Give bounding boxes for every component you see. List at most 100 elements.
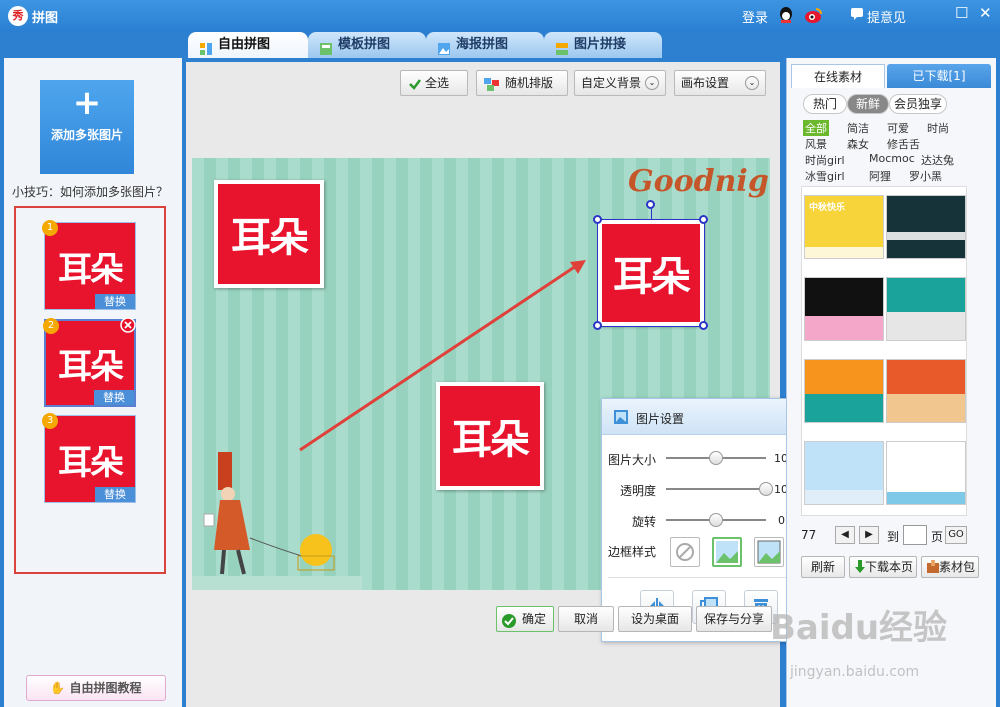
material-pack-button[interactable]: 素材包	[921, 556, 979, 578]
border-style-label: 边框样式	[608, 545, 657, 559]
download-page-label: 下载本页	[864, 560, 913, 574]
opacity-slider-track[interactable]	[666, 488, 766, 490]
material-thumb[interactable]	[804, 277, 884, 341]
random-layout-button[interactable]: 随机排版	[476, 70, 568, 96]
feedback-link[interactable]: 提意见	[867, 7, 906, 26]
tab-template-collage[interactable]: 模板拼图	[308, 32, 426, 58]
mode-tabs: 自由拼图 模板拼图 海报拼图 图片拼接	[0, 32, 1000, 58]
add-button-label: 添加多张图片	[50, 128, 123, 142]
border-style-1-icon[interactable]	[712, 537, 742, 567]
filter-hot[interactable]: 热门	[803, 94, 847, 114]
next-page-button[interactable]: ▶	[859, 526, 879, 544]
confirm-button[interactable]: 确定	[496, 606, 554, 632]
baidu-watermark: Baidu经验	[770, 608, 948, 648]
template-icon	[320, 39, 332, 55]
material-pack-label: 素材包	[938, 560, 975, 574]
thumbnail-badge: 2	[43, 318, 59, 334]
custom-background-dropdown[interactable]: 自定义背景 ⌄	[574, 70, 666, 96]
chat-bubble-icon	[850, 7, 864, 21]
material-thumb[interactable]	[886, 441, 966, 505]
filter-new[interactable]: 新鲜	[847, 94, 889, 114]
maximize-button[interactable]: ☐	[955, 4, 968, 22]
cancel-button[interactable]: 取消	[558, 606, 614, 632]
replace-button[interactable]: 替换	[94, 390, 134, 405]
thumbnail-badge: 1	[42, 220, 58, 236]
watermark-url: jingyan.baidu.com	[790, 664, 920, 680]
no-border-icon[interactable]	[670, 537, 700, 567]
qq-icon[interactable]	[778, 6, 794, 24]
tutorial-button[interactable]: ✋ 自由拼图教程	[26, 675, 166, 701]
rotate-slider-knob[interactable]	[709, 513, 723, 527]
character-illustration	[192, 452, 362, 590]
category-fashion[interactable]: 时尚	[927, 120, 949, 136]
category-luoxiaohei[interactable]: 罗小黑	[909, 168, 942, 184]
border-style-2-icon[interactable]	[754, 537, 784, 567]
material-grid: 中秋快乐	[801, 186, 967, 516]
canvas-settings-dropdown[interactable]: 画布设置 ⌄	[674, 70, 766, 96]
category-ali[interactable]: 阿狸	[869, 168, 891, 184]
material-thumb[interactable]: 中秋快乐	[804, 195, 884, 259]
tab-online-material[interactable]: 在线素材	[791, 64, 885, 88]
login-link[interactable]: 登录	[742, 7, 768, 26]
filter-vip[interactable]: 会员独享	[889, 94, 947, 114]
prev-page-button[interactable]: ◀	[835, 526, 855, 544]
select-all-button[interactable]: 全选	[400, 70, 468, 96]
thumbnail-2[interactable]: 耳朵 2 替换	[43, 317, 136, 407]
weibo-icon[interactable]	[804, 6, 822, 24]
category-all[interactable]: 全部	[803, 120, 829, 136]
chevron-down-icon: ⌄	[645, 76, 659, 90]
collage-icon	[200, 39, 212, 55]
material-thumb[interactable]	[804, 359, 884, 423]
thumbnail-list: 耳朵 1 替换 耳朵 2 替换 耳朵 3 替换	[14, 206, 166, 574]
category-scenery[interactable]: 风景	[805, 136, 827, 152]
material-thumb[interactable]	[886, 195, 966, 259]
select-all-label: 全选	[425, 76, 450, 90]
opacity-slider-knob[interactable]	[759, 482, 773, 496]
download-page-button[interactable]: 下载本页	[849, 556, 917, 578]
shuffle-icon	[484, 76, 500, 100]
go-button[interactable]: GO	[945, 526, 967, 544]
category-simple[interactable]: 简洁	[847, 120, 869, 136]
tab-label: 海报拼图	[456, 37, 509, 52]
close-window-button[interactable]: ✕	[979, 4, 992, 22]
category-xiusheshe[interactable]: 修舌舌	[887, 136, 920, 152]
material-thumb[interactable]	[886, 359, 966, 423]
download-icon	[854, 560, 866, 580]
image-settings-icon	[614, 410, 628, 427]
title-bar: 秀 拼图 登录 提意见 ☐ ✕	[0, 0, 1000, 32]
replace-button[interactable]: 替换	[95, 294, 135, 309]
opacity-label: 透明度	[620, 484, 657, 498]
tab-free-collage[interactable]: 自由拼图	[188, 32, 308, 58]
replace-button[interactable]: 替换	[95, 487, 135, 502]
plus-icon: +	[72, 83, 102, 123]
poster-icon	[438, 39, 450, 55]
category-cute[interactable]: 可爱	[887, 120, 909, 136]
thumbnail-3[interactable]: 耳朵 3 替换	[42, 413, 136, 503]
category-ice-girl[interactable]: 冰雪girl	[805, 168, 845, 184]
tip-link[interactable]: 小技巧：如何添加多张图片？	[12, 183, 168, 200]
custom-bg-label: 自定义背景	[581, 76, 642, 90]
refresh-button[interactable]: 刷新	[801, 556, 845, 578]
rotate-label: 旋转	[632, 515, 657, 529]
material-thumb[interactable]	[886, 277, 966, 341]
set-desktop-button[interactable]: 设为桌面	[618, 606, 692, 632]
remove-icon[interactable]	[120, 317, 136, 333]
material-thumb-label: 中秋快乐	[809, 203, 846, 213]
tab-image-stitch[interactable]: 图片拼接	[544, 32, 662, 58]
save-share-button[interactable]: 保存与分享	[696, 606, 772, 632]
category-dadatu[interactable]: 达达兔	[921, 152, 954, 168]
hand-icon: ✋	[50, 681, 70, 695]
tab-downloaded[interactable]: 已下载[1]	[887, 64, 991, 88]
add-multiple-images-button[interactable]: + 添加多张图片	[40, 80, 134, 174]
page-input[interactable]	[903, 525, 927, 545]
category-forest-girl[interactable]: 森女	[847, 136, 869, 152]
random-label: 随机排版	[505, 76, 554, 90]
size-slider-knob[interactable]	[709, 451, 723, 465]
dialog-header: 图片设置 ✕	[602, 399, 812, 435]
tab-label: 模板拼图	[338, 37, 391, 52]
tab-poster-collage[interactable]: 海报拼图	[426, 32, 544, 58]
category-fashion-girl[interactable]: 时尚girl	[805, 152, 845, 168]
category-mocmoc[interactable]: Mocmoc	[869, 152, 915, 165]
thumbnail-1[interactable]: 耳朵 1 替换	[42, 220, 136, 310]
material-thumb[interactable]	[804, 441, 884, 505]
